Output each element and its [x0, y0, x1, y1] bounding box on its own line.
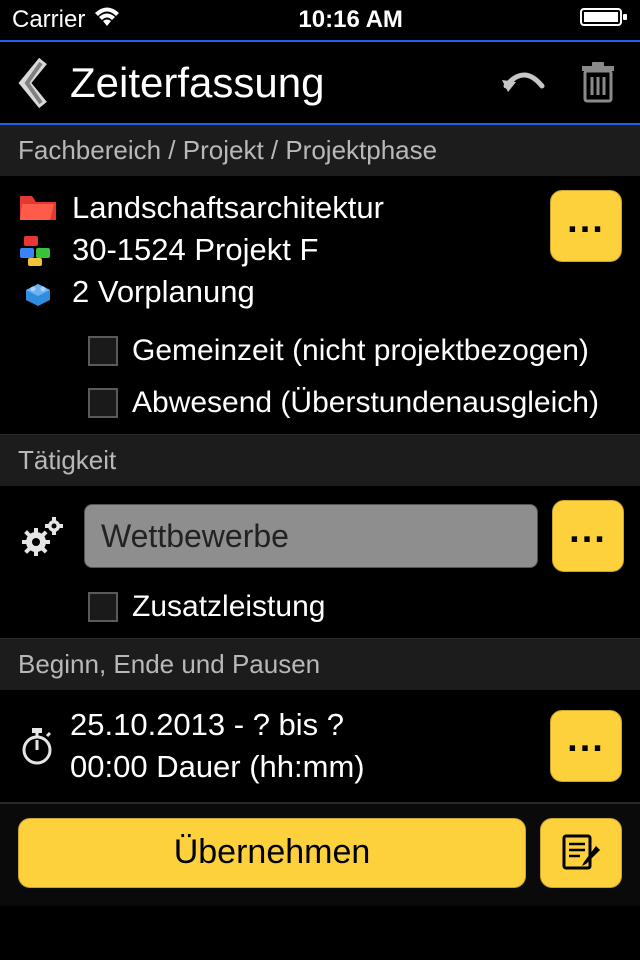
undo-button[interactable] — [496, 55, 552, 111]
project-more-button[interactable]: ... — [550, 190, 622, 262]
stopwatch-icon — [18, 726, 56, 766]
checkbox-additional[interactable]: Zusatzleistung — [88, 590, 622, 624]
time-line-1: 25.10.2013 - ? bis ? — [70, 704, 536, 746]
brick-icon — [18, 274, 58, 310]
section-header-activity: Tätigkeit — [0, 435, 640, 486]
status-bar: Carrier 10:16 AM — [0, 0, 640, 40]
section-header-time: Beginn, Ende und Pausen — [0, 639, 640, 690]
note-edit-icon — [560, 832, 602, 874]
section-body-time: 25.10.2013 - ? bis ? 00:00 Dauer (hh:mm)… — [0, 690, 640, 803]
battery-icon — [580, 6, 628, 35]
trash-icon — [579, 61, 617, 105]
nav-bar: Zeiterfassung — [0, 40, 640, 125]
activity-input[interactable] — [84, 504, 538, 568]
page-title: Zeiterfassung — [70, 59, 478, 107]
checkbox-icon[interactable] — [88, 592, 118, 622]
project-row: 30-1524 Projekt F — [18, 232, 536, 268]
activity-more-button[interactable]: ... — [552, 500, 624, 572]
submit-button[interactable]: Übernehmen — [18, 818, 526, 888]
checkbox-icon[interactable] — [88, 336, 118, 366]
submit-label: Übernehmen — [174, 833, 371, 872]
chevron-left-icon — [17, 57, 49, 109]
back-button[interactable] — [14, 53, 52, 113]
section-body-project: Landschaftsarchitektur 30-1524 Projekt F — [0, 176, 640, 435]
department-label: Landschaftsarchitektur — [72, 190, 384, 226]
checkbox-absent-label: Abwesend (Überstundenausgleich) — [132, 386, 599, 420]
checkbox-common-label: Gemeinzeit (nicht projektbezogen) — [132, 334, 589, 368]
checkbox-absent[interactable]: Abwesend (Überstundenausgleich) — [88, 386, 622, 420]
phase-label: 2 Vorplanung — [72, 274, 255, 310]
delete-button[interactable] — [570, 55, 626, 111]
checkbox-common-time[interactable]: Gemeinzeit (nicht projektbezogen) — [88, 334, 622, 368]
action-bar: Übernehmen — [0, 803, 640, 906]
project-label: 30-1524 Projekt F — [72, 232, 318, 268]
edit-note-button[interactable] — [540, 818, 622, 888]
time-more-button[interactable]: ... — [550, 710, 622, 782]
checkbox-icon[interactable] — [88, 388, 118, 418]
status-time: 10:16 AM — [298, 6, 402, 34]
bricks-icon — [18, 232, 58, 268]
carrier-label: Carrier — [12, 6, 85, 34]
checkbox-additional-label: Zusatzleistung — [132, 590, 325, 624]
undo-icon — [500, 68, 548, 98]
folder-icon — [18, 190, 58, 226]
department-row: Landschaftsarchitektur — [18, 190, 536, 226]
gears-icon — [18, 514, 70, 558]
phase-row: 2 Vorplanung — [18, 274, 536, 310]
status-left: Carrier — [12, 6, 121, 35]
section-header-project: Fachbereich / Projekt / Projektphase — [0, 125, 640, 176]
wifi-icon — [93, 6, 121, 35]
section-body-activity: ... Zusatzleistung — [0, 486, 640, 639]
time-line-2: 00:00 Dauer (hh:mm) — [70, 746, 536, 788]
